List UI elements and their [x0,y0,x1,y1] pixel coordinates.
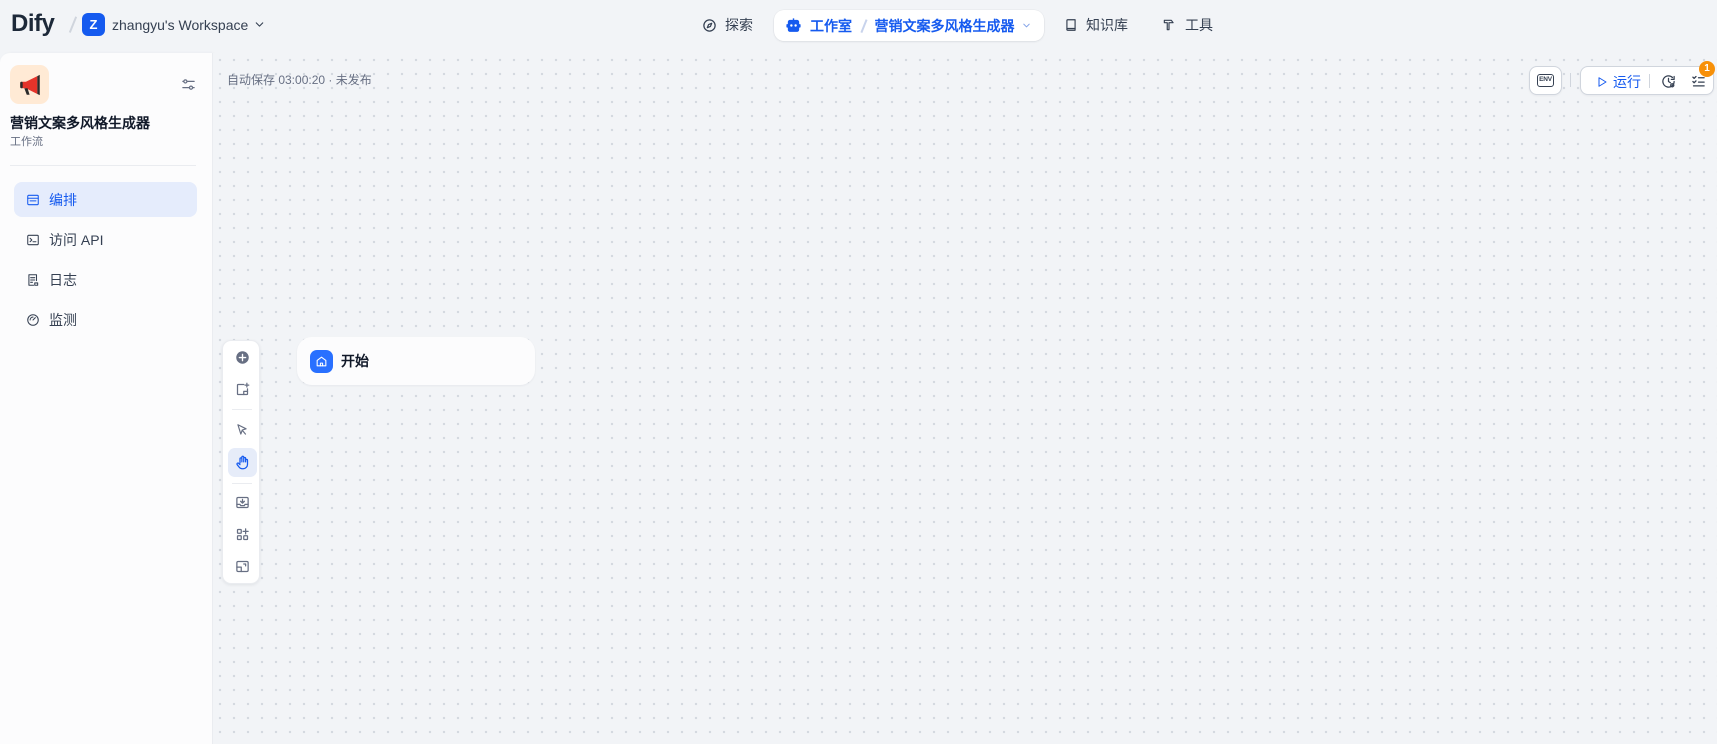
app-sidebar: 营销文案多风格生成器 工作流 编排 访问 API 日志 监测 [0,53,213,744]
run-controls: 运行 [1580,66,1714,95]
sidebar-item-label: 编排 [49,191,77,208]
add-note-button[interactable] [228,375,257,404]
sidebar-item-label: 监测 [49,311,77,328]
nav-explore-label: 探索 [725,17,753,33]
sidebar-item-label: 访问 API [49,231,104,248]
toggle-minimap-button[interactable] [228,552,257,581]
workspace-avatar: Z [82,13,105,36]
nav-studio-label: 工作室 [810,17,852,34]
sidebar-item-api[interactable]: 访问 API [14,222,197,257]
env-icon: ENV [1537,74,1554,87]
minimap-icon [235,559,250,574]
workspace-name: zhangyu's Workspace [112,16,249,33]
nav-tools[interactable]: 工具 [1162,14,1213,36]
dify-logo[interactable]: Dify [11,10,55,38]
run-button[interactable]: 运行 [1589,70,1645,93]
nav-knowledge[interactable]: 知识库 [1064,14,1128,36]
sidebar-item-monitoring[interactable]: 监测 [14,302,197,337]
app-title: 营销文案多风格生成器 [10,115,150,131]
hammer-icon [1162,18,1176,32]
nav-knowledge-label: 知识库 [1086,17,1128,33]
plus-circle-icon [235,350,250,365]
nav-explore[interactable]: 探索 [702,14,753,36]
run-history-button[interactable] [1655,70,1682,93]
run-label: 运行 [1613,73,1641,90]
chevron-down-icon [253,18,266,31]
run-group-separator [1649,74,1650,88]
add-node-button[interactable] [228,343,257,372]
sidebar-divider [10,165,196,166]
checklist-count-badge: 1 [1699,61,1715,77]
dashboard-icon [26,313,40,327]
breadcrumb-separator [860,18,868,33]
autosave-status: 自动保存 03:00:20 · 未发布 [227,73,372,87]
current-app-name[interactable]: 营销文案多风格生成器 [875,16,1015,36]
pointer-mode-button[interactable] [228,416,257,445]
layout-icon [26,193,40,207]
play-icon [1596,76,1608,88]
home-icon [315,355,328,368]
toolbar-separator [1570,73,1571,87]
workspace-switcher[interactable]: Z zhangyu's Workspace [82,13,266,36]
start-node-icon [310,350,333,373]
organize-icon [235,527,250,542]
app-mode: 工作流 [10,136,43,148]
top-header: Dify Z zhangyu's Workspace 探索 工作室 营销文案多风… [0,0,1717,53]
toolbar-divider [232,409,252,410]
hand-icon [235,455,250,470]
breadcrumb-separator [68,16,77,33]
compass-icon [702,18,717,33]
chevron-down-icon[interactable] [1021,20,1032,31]
book-icon [1064,18,1078,32]
toolbar-divider [232,483,252,484]
start-node[interactable]: 开始 [297,337,535,385]
organize-blocks-button[interactable] [228,520,257,549]
env-variables-button[interactable]: ENV [1529,66,1562,95]
sliders-icon[interactable] [181,77,196,92]
start-node-title: 开始 [341,353,369,369]
sidebar-item-label: 日志 [49,271,77,288]
nav-studio[interactable]: 工作室 营销文案多风格生成器 [774,10,1044,41]
history-icon [1661,74,1676,89]
export-image-button[interactable] [228,488,257,517]
note-add-icon [235,382,250,397]
cursor-icon [235,423,249,437]
app-icon [10,65,49,104]
file-list-icon [26,273,40,287]
hand-mode-button[interactable] [227,447,257,477]
terminal-icon [26,233,40,247]
workflow-canvas[interactable]: 自动保存 03:00:20 · 未发布 ENV 运行 1 开始 [213,53,1717,744]
megaphone-icon [17,72,43,98]
image-export-icon [235,495,250,510]
canvas-toolbar [222,340,260,584]
app-root: Dify Z zhangyu's Workspace 探索 工作室 营销文案多风… [0,0,1717,744]
sidebar-item-orchestrate[interactable]: 编排 [14,182,197,217]
nav-tools-label: 工具 [1185,17,1213,33]
robot-icon [785,17,802,34]
sidebar-item-logs[interactable]: 日志 [14,262,197,297]
